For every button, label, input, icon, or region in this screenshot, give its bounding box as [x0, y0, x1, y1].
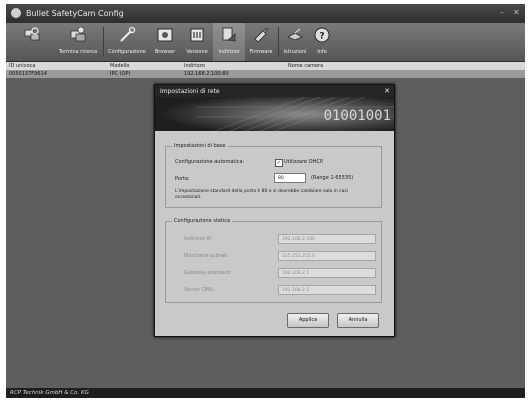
firmware-button[interactable]: Firmware	[245, 23, 277, 61]
ip-address-input[interactable]: 192.168.2.100	[278, 234, 376, 244]
table-header: ID univoca Modello Indirizzo Nome camera	[6, 62, 525, 70]
instructions-label: Istruzioni	[283, 49, 307, 55]
firmware-icon	[254, 27, 269, 43]
dns-server-label: Server DNS:	[184, 287, 215, 293]
cancel-button[interactable]: Annulla	[337, 313, 379, 328]
subnet-mask-label: Maschera subnet:	[184, 253, 229, 259]
version-label: Versione	[186, 49, 208, 55]
configuration-label: Configurazione	[108, 49, 146, 55]
stop-search-label: Termina ricerca	[58, 49, 98, 55]
app-icon	[11, 8, 21, 18]
column-header-id[interactable]: ID univoca	[9, 63, 35, 69]
stop-search-icon	[70, 26, 86, 42]
browser-label: Browser	[154, 49, 176, 55]
firmware-label: Firmware	[249, 49, 273, 55]
search-button[interactable]	[10, 23, 54, 61]
table-row[interactable]: 0050137F9614 IPC (OP) 192.168.2.100:80	[6, 70, 525, 78]
apply-button[interactable]: Applica	[287, 313, 329, 328]
dialog-title: Impostazioni di rete	[160, 88, 220, 95]
info-icon: ?	[314, 27, 330, 43]
instructions-button[interactable]: Istruzioni	[280, 23, 310, 61]
dialog-close-button[interactable]: ✕	[384, 87, 390, 95]
column-header-model[interactable]: Modello	[110, 63, 129, 69]
dns-server-input[interactable]: 192.168.2.1	[278, 285, 376, 295]
gateway-label: Gateway standard:	[184, 270, 232, 276]
dhcp-checkbox[interactable]: ✓	[275, 159, 283, 167]
toolbar-separator	[103, 27, 104, 57]
configuration-icon	[120, 26, 136, 42]
auto-config-label: Configurazione automatica:	[175, 159, 245, 165]
address-label: Indirizzo	[218, 49, 240, 55]
info-label: Info	[317, 49, 327, 55]
column-header-camera-name[interactable]: Nome camera	[288, 63, 323, 69]
version-icon	[190, 28, 204, 42]
minimize-button[interactable]: –	[500, 8, 504, 17]
network-settings-dialog: Impostazioni di rete ✕ 01001001 Impostaz…	[154, 84, 395, 337]
browser-button[interactable]: Browser	[149, 23, 181, 61]
port-input[interactable]: 80	[274, 173, 306, 183]
port-label: Porta:	[175, 176, 190, 182]
svg-text:?: ?	[319, 32, 324, 42]
configuration-button[interactable]: Configurazione	[105, 23, 149, 61]
address-button[interactable]: Indirizzo	[213, 23, 245, 61]
browser-icon	[157, 28, 173, 42]
static-config-legend: Configurazione statica	[172, 218, 233, 224]
column-header-address[interactable]: Indirizzo	[184, 63, 205, 69]
app-window: Bullet SafetyCam Config – ✕ Termina rice…	[6, 4, 525, 398]
dialog-banner: 01001001	[155, 97, 394, 131]
basic-settings-legend: Impostazioni di base	[172, 143, 228, 149]
subnet-mask-input[interactable]: 255.255.255.0	[278, 251, 376, 261]
status-bar: RCP Technik GmbH & Co. KG	[6, 388, 525, 398]
ip-address-label: Indirizzo IP:	[184, 236, 213, 242]
dialog-title-bar: Impostazioni di rete ✕	[155, 85, 394, 97]
status-text: RCP Technik GmbH & Co. KG	[10, 390, 89, 396]
port-range-label: (Range 1-65535)	[311, 175, 354, 181]
dhcp-label: Utilizzare DHCP.	[284, 159, 324, 165]
toolbar-separator	[278, 27, 279, 57]
instructions-icon	[287, 28, 303, 41]
static-config-group: Configurazione statica Indirizzo IP: 192…	[165, 218, 382, 303]
window-title: Bullet SafetyCam Config	[26, 9, 124, 18]
port-note: L'impostazione standard della porta è 80…	[175, 189, 348, 200]
cell-id: 0050137F9614	[9, 71, 47, 77]
stop-search-button[interactable]: Termina ricerca	[54, 23, 102, 61]
title-bar: Bullet SafetyCam Config – ✕	[6, 4, 525, 23]
cell-model: IPC (OP)	[110, 71, 131, 77]
address-icon	[222, 27, 236, 42]
version-button[interactable]: Versione	[181, 23, 213, 61]
basic-settings-group: Impostazioni di base Configurazione auto…	[165, 143, 382, 208]
cell-address: 192.168.2.100:80	[184, 71, 229, 77]
banner-binary-text: 01001001	[324, 108, 391, 124]
binary-banner-image: 01001001	[155, 97, 394, 131]
info-button[interactable]: ? Info	[310, 23, 334, 61]
network-search-icon	[24, 27, 40, 41]
gateway-input[interactable]: 192.168.2.1	[278, 268, 376, 278]
toolbar: Termina ricerca Configurazione Browser V…	[6, 23, 525, 62]
close-window-button[interactable]: ✕	[513, 8, 520, 17]
